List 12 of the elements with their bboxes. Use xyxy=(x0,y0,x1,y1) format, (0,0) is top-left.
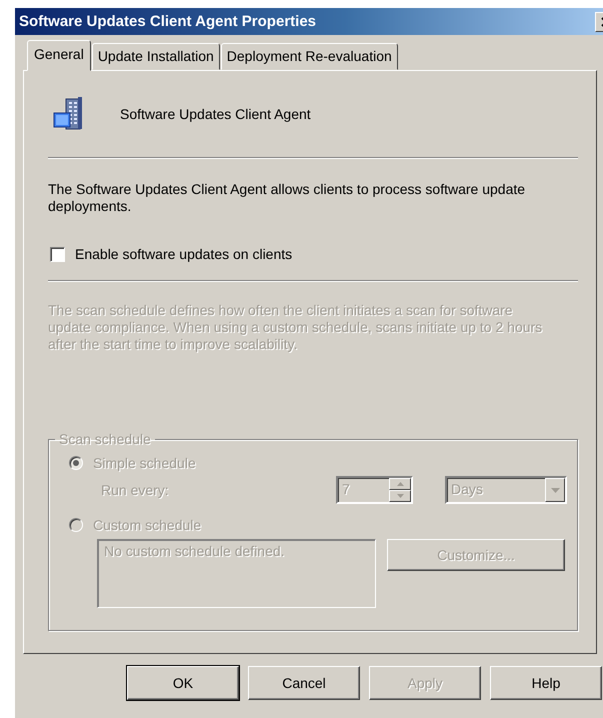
dialog-button[interactable]: Cancel xyxy=(248,666,360,700)
checkbox-label: Enable software updates on clients xyxy=(75,246,292,262)
group-title: Scan schedule xyxy=(58,431,152,447)
tab[interactable]: Update Installation xyxy=(92,43,220,70)
tab[interactable]: Deployment Re-evaluation xyxy=(220,43,398,70)
dialog-button[interactable]: Help xyxy=(490,666,602,700)
window-title: Software Updates Client Agent Properties xyxy=(19,13,317,30)
tab[interactable]: General xyxy=(27,40,91,71)
description-text: The Software Updates Client Agent allows clients to process software update deployments. xyxy=(48,181,526,215)
dialog-button[interactable]: OK xyxy=(127,666,239,700)
agent-title: Software Updates Client Agent xyxy=(120,106,311,122)
checkbox[interactable] xyxy=(50,246,65,262)
